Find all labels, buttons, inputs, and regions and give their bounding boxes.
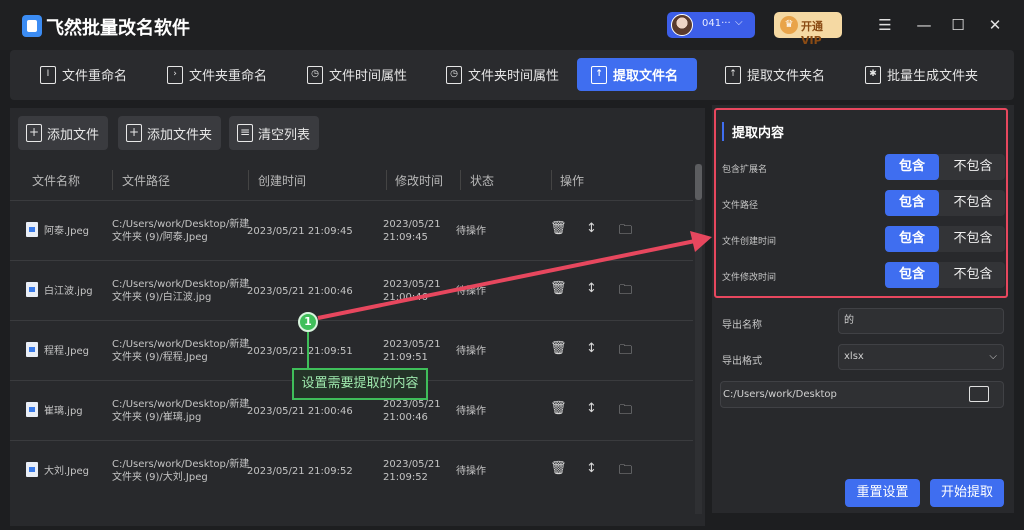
annotation-arrow	[317, 231, 712, 320]
step-marker: 1	[298, 312, 318, 332]
callout-connector	[307, 332, 309, 370]
callout-label: 设置需要提取的内容	[292, 368, 428, 400]
